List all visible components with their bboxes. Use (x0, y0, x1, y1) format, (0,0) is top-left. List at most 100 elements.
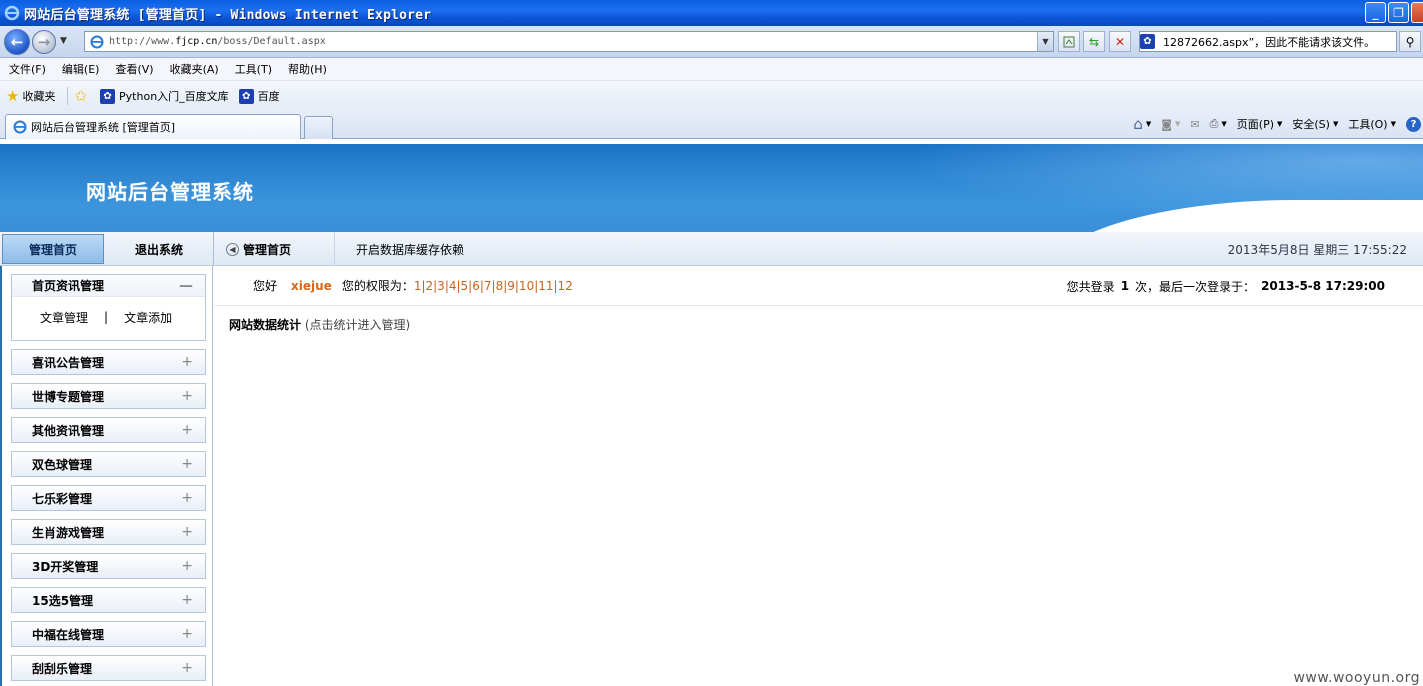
expand-icon[interactable]: + (181, 422, 193, 438)
menu-edit[interactable]: 编辑(E) (62, 61, 100, 77)
feeds-button[interactable]: ◙ ▼ (1161, 118, 1180, 131)
new-tab-button[interactable] (304, 116, 333, 139)
address-input[interactable]: http://www.fjcp.cn/boss/Default.aspx ▼ (84, 31, 1054, 52)
add-favorite-button[interactable]: ✩ (74, 87, 90, 105)
back-button[interactable]: ← (4, 29, 30, 55)
sidebar-item[interactable]: 刮刮乐管理 + (11, 655, 206, 681)
logout-button[interactable]: 退出系统 (106, 234, 212, 264)
window-title: 网站后台管理系统 [管理首页] - Windows Internet Explo… (24, 7, 432, 23)
ie-page-icon (13, 120, 27, 134)
sidebar-item[interactable]: 双色球管理 + (11, 451, 206, 477)
tab-current[interactable]: 网站后台管理系统 [管理首页] (5, 114, 301, 139)
expand-icon[interactable]: + (181, 354, 193, 370)
breadcrumb[interactable]: ◀ 管理首页 (226, 234, 291, 264)
page-icon (90, 35, 104, 48)
divider (213, 232, 214, 266)
home-button[interactable]: ⌂ ▼ (1133, 115, 1151, 133)
page-viewport: 网站后台管理系统 网站后台管理系统 管理首页 退出系统 ◀ 管理首页 开启数据库… (0, 140, 1423, 686)
baidu-icon: ✿ (100, 88, 116, 104)
expand-icon[interactable]: + (181, 592, 193, 608)
compat-view-icon[interactable] (1058, 31, 1080, 52)
main-content: 您好 xiejue 您的权限为： 1|2|3|4|5|6|7|8|9|10|11… (214, 266, 1423, 686)
address-url: http://www.fjcp.cn/boss/Default.aspx (109, 36, 326, 47)
favorite-link-python[interactable]: ✿ Python入门_百度文库 (100, 88, 229, 104)
expand-icon[interactable]: + (181, 490, 193, 506)
stats-title[interactable]: 网站数据统计 (229, 318, 301, 332)
mail-icon: ✉ (1190, 117, 1200, 131)
sidebar-item[interactable]: 生肖游戏管理 + (11, 519, 206, 545)
star-icon: ★ (6, 87, 20, 105)
article-manage-link[interactable]: 文章管理 (40, 309, 88, 326)
login-count: 1 (1120, 279, 1130, 293)
minimize-button[interactable]: _ (1365, 2, 1386, 23)
print-button[interactable]: ⎙ ▼ (1210, 117, 1227, 131)
sidebar-item[interactable]: 其他资讯管理 + (11, 417, 206, 443)
menu-file[interactable]: 文件(F) (9, 61, 46, 77)
sidebar-item[interactable]: 喜讯公告管理 + (11, 349, 206, 375)
mail-button[interactable]: ✉ (1190, 118, 1199, 131)
sidebar-item[interactable]: 世博专题管理 + (11, 383, 206, 409)
baidu-icon: ✿ (238, 88, 254, 104)
menu-favorites[interactable]: 收藏夹(A) (170, 61, 219, 77)
ie-logo-icon (4, 5, 20, 21)
sidebar-group-news: 首页资讯管理 — 文章管理 | 文章添加 (11, 274, 206, 341)
tools-menu-button[interactable]: 工具(O) ▼ (1348, 116, 1396, 132)
home-icon: ⌂ (1133, 115, 1143, 133)
login-info: 您共登录 1 次，最后一次登录于： 2013-5-8 17:29:00 (1066, 279, 1385, 294)
stats-hint: (点击统计进入管理) (304, 318, 411, 332)
baidu-icon: ✿ (1140, 34, 1155, 49)
divider (334, 232, 335, 266)
history-dropdown-icon[interactable]: ▼ (60, 36, 67, 46)
sub-navigation: 管理首页 退出系统 ◀ 管理首页 开启数据库缓存依赖 2013年5月8日 星期三… (0, 232, 1423, 266)
enable-cache-link[interactable]: 开启数据库缓存依赖 (356, 234, 464, 264)
sidebar: 首页资讯管理 — 文章管理 | 文章添加 喜讯公告管理 + 世博专题管理 + 其他资… (0, 266, 213, 686)
favorites-button[interactable]: ★ 收藏夹 (6, 87, 55, 105)
favorite-link-baidu[interactable]: ✿ 百度 (238, 88, 280, 104)
expand-icon[interactable]: + (181, 524, 193, 540)
address-dropdown-icon[interactable]: ▼ (1037, 32, 1053, 51)
address-toolbar: ← → ▼ http://www.fjcp.cn/boss/Default.as… (0, 26, 1423, 58)
menu-view[interactable]: 查看(V) (115, 61, 153, 77)
refresh-icon[interactable]: ⇆ (1083, 31, 1105, 52)
expand-icon[interactable]: + (181, 456, 193, 472)
expand-icon[interactable]: + (181, 558, 193, 574)
rss-icon: ◙ (1161, 117, 1172, 131)
current-datetime: 2013年5月8日 星期三 17:55:22 (1227, 242, 1407, 257)
article-add-link[interactable]: 文章添加 (124, 309, 172, 326)
site-banner: 网站后台管理系统 网站后台管理系统 (0, 144, 1423, 232)
stop-icon[interactable]: ✕ (1109, 31, 1131, 52)
tab-admin-home[interactable]: 管理首页 (2, 234, 104, 264)
menu-help[interactable]: 帮助(H) (288, 61, 327, 77)
help-icon[interactable]: ? (1406, 116, 1421, 132)
site-stats[interactable]: 网站数据统计 (点击统计进入管理) (229, 316, 410, 333)
add-favorite-icon: ✩ (74, 87, 88, 105)
collapse-icon[interactable]: — (179, 278, 193, 294)
menu-tools[interactable]: 工具(T) (235, 61, 272, 77)
page-menu-button[interactable]: 页面(P) ▼ (1237, 116, 1283, 132)
last-login-time: 2013-5-8 17:29:00 (1261, 279, 1385, 293)
close-button[interactable] (1411, 2, 1423, 23)
username: xiejue (291, 278, 332, 293)
sidebar-item[interactable]: 中福在线管理 + (11, 621, 206, 647)
divider (67, 87, 69, 105)
sidebar-group-header[interactable]: 首页资讯管理 — (12, 275, 205, 297)
site-title-reflection: 网站后台管理系统 (86, 184, 254, 196)
sidebar-item[interactable]: 15选5管理 + (11, 587, 206, 613)
forward-button[interactable]: → (32, 30, 56, 54)
print-icon: ⎙ (1209, 117, 1219, 130)
search-input[interactable]: ✿ 12872662.aspx”，因此不能请求该文件。 (1139, 31, 1397, 52)
safety-menu-button[interactable]: 安全(S) ▼ (1292, 116, 1338, 132)
search-icon[interactable]: ⚲ (1399, 31, 1421, 52)
favorites-bar: ★ 收藏夹 ✩ ✿ Python入门_百度文库 ✿ 百度 (0, 81, 1423, 111)
sidebar-item[interactable]: 七乐彩管理 + (11, 485, 206, 511)
watermark: www.wooyun.org (1293, 670, 1420, 686)
welcome-bar: 您好 xiejue 您的权限为： 1|2|3|4|5|6|7|8|9|10|11… (214, 266, 1423, 306)
expand-icon[interactable]: + (181, 626, 193, 642)
expand-icon[interactable]: + (181, 388, 193, 404)
restore-button[interactable]: ❐ (1388, 2, 1409, 23)
expand-icon[interactable]: + (181, 660, 193, 676)
menu-bar: 文件(F) 编辑(E) 查看(V) 收藏夹(A) 工具(T) 帮助(H) (0, 58, 1423, 81)
sidebar-item[interactable]: 3D开奖管理 + (11, 553, 206, 579)
back-circle-icon: ◀ (226, 242, 239, 256)
command-bar: ⌂ ▼ ◙ ▼ ✉ ⎙ ▼ 页面(P) ▼ 安全(S) ▼ 工具(O) ▼ ? (1133, 115, 1423, 133)
